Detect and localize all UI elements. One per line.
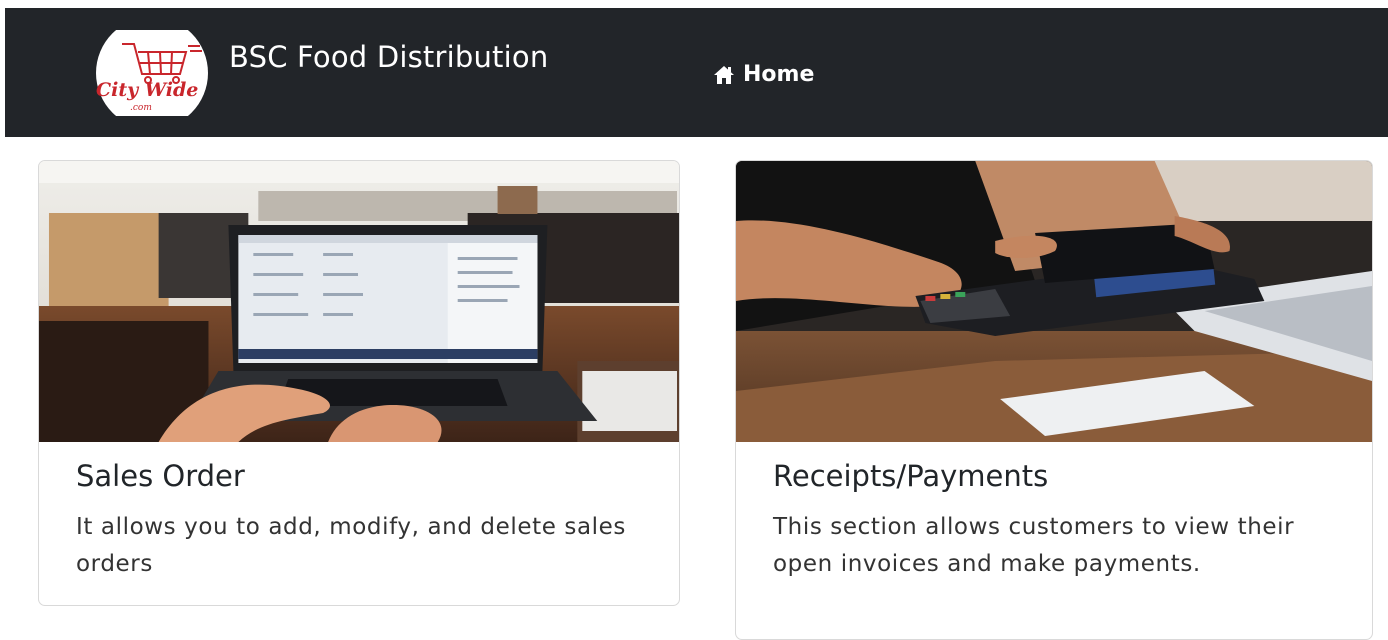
card-title: Sales Order: [76, 459, 245, 493]
navbar: City Wide .com BSC Food Distribution Hom…: [5, 8, 1388, 137]
receipts-payments-card-body: Receipts/Payments This section allows cu…: [773, 459, 1348, 583]
city-wide-logo[interactable]: City Wide .com: [92, 30, 210, 116]
card-text: This section allows customers to view th…: [773, 514, 1295, 577]
nav-home-link[interactable]: Home: [713, 62, 814, 87]
sales-order-card-body: Sales Order It allows you to add, modify…: [76, 459, 655, 583]
svg-text:.com: .com: [130, 103, 152, 113]
nav-home-label: Home: [743, 62, 815, 87]
card-text: It allows you to add, modify, and delete…: [76, 514, 626, 577]
card-title: Receipts/Payments: [773, 459, 1049, 493]
receipts-payments-card[interactable]: Receipts/Payments This section allows cu…: [735, 160, 1373, 640]
svg-text:City Wide: City Wide: [96, 79, 198, 101]
laptop-photo: [39, 161, 679, 442]
home-icon: [714, 65, 734, 84]
sales-order-card[interactable]: Sales Order It allows you to add, modify…: [38, 160, 680, 606]
card-payment-photo: [736, 161, 1372, 442]
brand-name[interactable]: BSC Food Distribution: [229, 40, 548, 74]
